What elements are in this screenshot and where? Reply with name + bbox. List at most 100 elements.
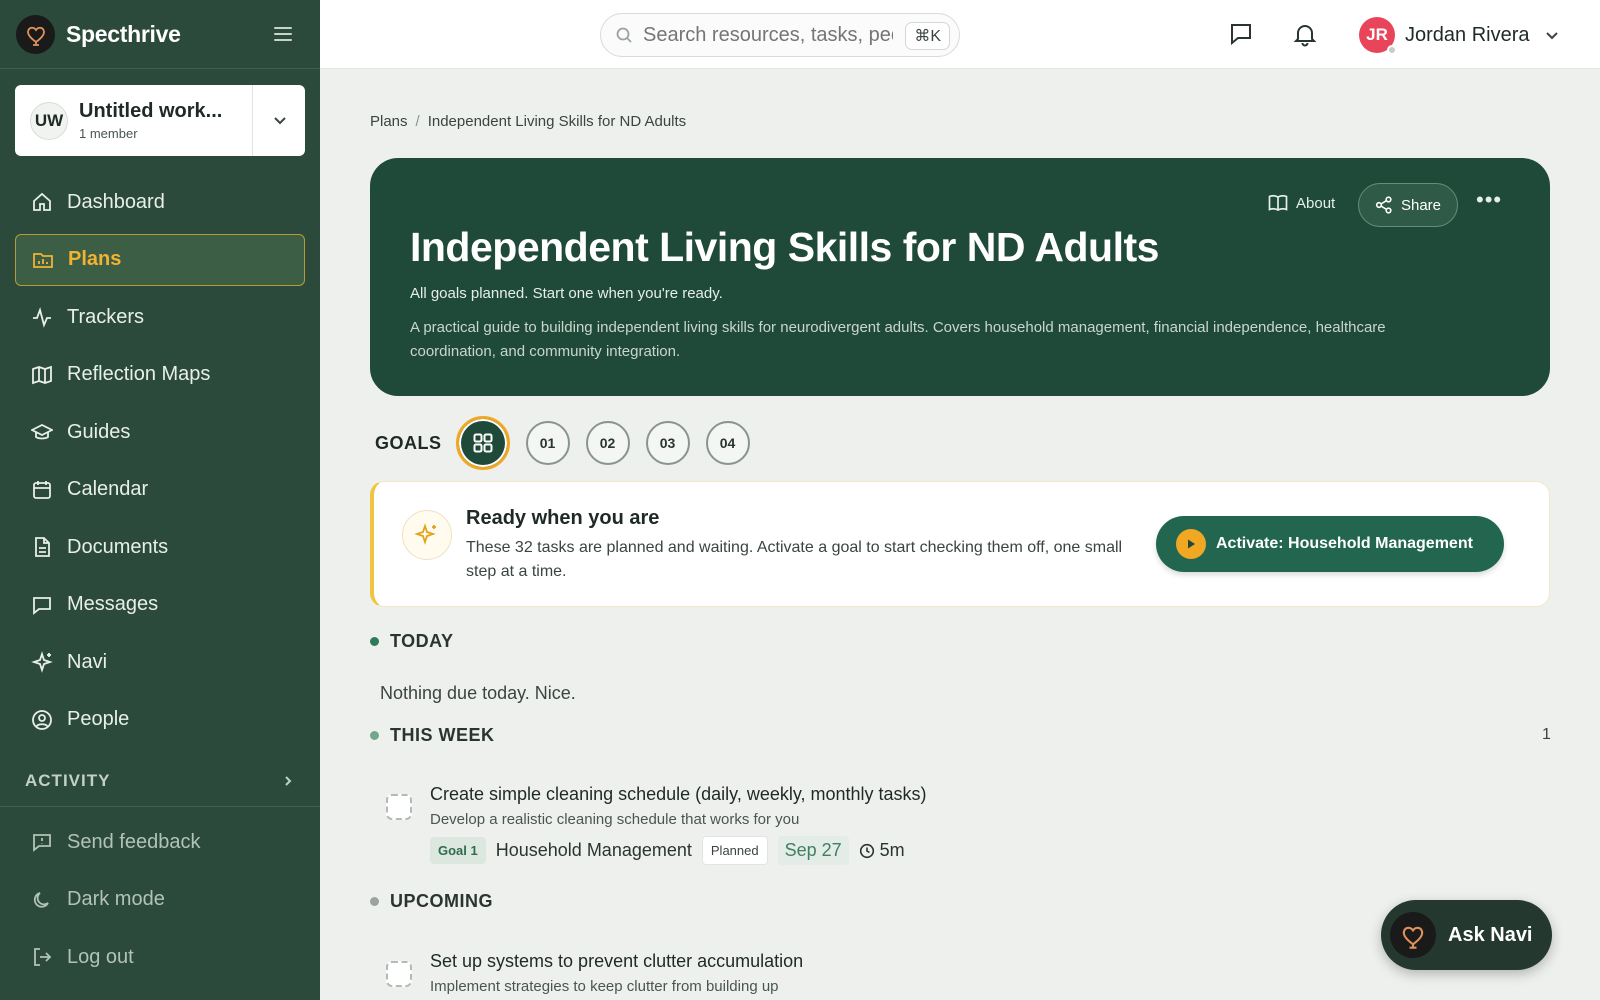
task-description: Develop a realistic cleaning schedule th… xyxy=(430,811,800,828)
sidebar-item-documents[interactable]: Documents xyxy=(15,521,305,573)
due-date-badge: Sep 27 xyxy=(777,836,849,865)
search-box[interactable]: ⌘K xyxy=(600,13,960,57)
clock-icon xyxy=(859,843,874,858)
chevron-down-icon[interactable] xyxy=(271,111,289,129)
task-goal-name: Household Management xyxy=(495,840,692,860)
goal-selector: GOALS 01 02 03 04 xyxy=(375,416,766,470)
goal-02-button[interactable]: 02 xyxy=(585,421,630,465)
chat-icon[interactable] xyxy=(1228,21,1254,47)
user-menu[interactable]: JR Jordan Rivera xyxy=(1359,17,1560,55)
workspace-switcher[interactable]: UW Untitled work... 1 member xyxy=(15,85,305,156)
sparkle-icon xyxy=(402,510,452,560)
task-checkbox[interactable] xyxy=(386,961,412,987)
goal-03-button[interactable]: 03 xyxy=(645,421,690,465)
sidebar-item-label: Log out xyxy=(67,945,134,968)
avatar-initials: JR xyxy=(1366,25,1388,44)
section-upcoming-label: UPCOMING xyxy=(390,891,493,911)
share-button[interactable]: Share xyxy=(1358,183,1458,227)
user-circle-icon xyxy=(32,709,52,730)
sidebar-item-log-out[interactable]: Log out xyxy=(15,931,305,983)
brand-logo-icon[interactable] xyxy=(16,14,55,54)
plan-description: A practical guide to building independen… xyxy=(410,319,1386,360)
sidebar-item-label: Reflection Maps xyxy=(67,363,211,385)
sparkle-icon xyxy=(31,651,53,673)
sidebar-item-dark-mode[interactable]: Dark mode xyxy=(15,874,305,926)
sidebar-item-dashboard[interactable]: Dashboard xyxy=(15,176,305,228)
activate-goal-label: Activate: Household Management xyxy=(1216,535,1473,552)
share-icon xyxy=(1375,196,1392,214)
chevron-right-icon xyxy=(285,776,292,786)
task-description: Implement strategies to keep clutter fro… xyxy=(430,978,779,995)
goal-01-button[interactable]: 01 xyxy=(525,421,570,465)
activate-goal-button[interactable]: Activate: Household Management xyxy=(1156,516,1504,572)
sidebar-item-people[interactable]: People xyxy=(15,694,305,746)
feedback-icon xyxy=(33,834,51,852)
sidebar-item-trackers[interactable]: Trackers xyxy=(15,291,305,343)
folder-chart-icon xyxy=(33,252,53,268)
sidebar-item-label: Dark mode xyxy=(67,888,165,910)
section-this-week: THIS WEEK xyxy=(370,725,495,746)
task-meta: Goal 1 Household Management Planned Sep … xyxy=(430,836,905,865)
user-name: Jordan Rivera xyxy=(1405,23,1530,46)
task-duration: 5m xyxy=(859,840,905,861)
section-today-label: TODAY xyxy=(390,631,454,651)
bottom-nav: Send feedback Dark mode Log out xyxy=(15,816,305,989)
about-label: About xyxy=(1296,194,1336,212)
section-this-week-label: THIS WEEK xyxy=(390,725,495,745)
sidebar-item-send-feedback[interactable]: Send feedback xyxy=(15,816,305,868)
message-icon xyxy=(33,596,51,615)
task-checkbox[interactable] xyxy=(386,794,412,820)
play-icon xyxy=(1176,529,1206,559)
calendar-icon xyxy=(33,480,51,499)
sidebar-item-label: Documents xyxy=(67,535,169,558)
brand-name: Specthrive xyxy=(66,20,181,47)
graduation-cap-icon xyxy=(31,423,53,440)
ask-navi-button[interactable]: Ask Navi xyxy=(1381,900,1552,970)
goal-04-button[interactable]: 04 xyxy=(705,421,750,465)
sidebar-item-label: Messages xyxy=(67,593,159,615)
document-icon xyxy=(35,537,50,557)
avatar: JR xyxy=(1359,17,1397,55)
sidebar-item-plans[interactable]: Plans xyxy=(15,233,305,286)
more-options-icon[interactable]: ••• xyxy=(1476,189,1502,211)
plan-status-text: All goals planned. Start one when you're… xyxy=(410,285,723,302)
hamburger-menu-icon[interactable] xyxy=(274,23,292,45)
map-icon xyxy=(32,365,52,384)
ready-text: These 32 tasks are planned and waiting. … xyxy=(466,539,1123,580)
sidebar: Specthrive UW Untitled work... 1 member … xyxy=(0,0,320,1000)
main-nav: Dashboard Plans Trackers Reflection Maps… xyxy=(15,176,305,751)
workspace-members: 1 member xyxy=(79,126,138,141)
bell-icon[interactable] xyxy=(1292,21,1318,47)
breadcrumb-current: Independent Living Skills for ND Adults xyxy=(427,113,687,130)
about-button[interactable]: About xyxy=(1268,194,1335,212)
activity-icon xyxy=(33,307,51,328)
sidebar-item-reflection-maps[interactable]: Reflection Maps xyxy=(15,349,305,401)
section-upcoming: UPCOMING xyxy=(370,891,493,912)
activity-section-toggle[interactable]: ACTIVITY xyxy=(25,771,295,791)
breadcrumb-plans-link[interactable]: Plans xyxy=(370,113,408,130)
sidebar-item-guides[interactable]: Guides xyxy=(15,406,305,458)
sidebar-item-messages[interactable]: Messages xyxy=(15,579,305,631)
goal-badge: Goal 1 xyxy=(430,837,486,864)
sidebar-item-label: Trackers xyxy=(67,305,145,328)
search-shortcut: ⌘K xyxy=(905,22,950,50)
workspace-name: Untitled work... xyxy=(79,100,223,122)
sidebar-item-navi[interactable]: Navi xyxy=(15,636,305,688)
search-input[interactable] xyxy=(643,23,893,47)
chevron-down-icon xyxy=(1545,32,1558,40)
ready-title: Ready when you are xyxy=(466,507,660,529)
activity-section-label: ACTIVITY xyxy=(25,771,111,790)
task-title[interactable]: Set up systems to prevent clutter accumu… xyxy=(430,951,803,972)
sidebar-item-label: Navi xyxy=(67,650,108,673)
goal-all-button[interactable] xyxy=(455,416,510,470)
sidebar-item-label: Guides xyxy=(67,420,131,443)
task-title[interactable]: Create simple cleaning schedule (daily, … xyxy=(430,784,927,805)
page-title: Independent Living Skills for ND Adults xyxy=(410,224,1159,270)
share-label: Share xyxy=(1400,196,1442,214)
home-icon xyxy=(33,192,51,211)
task-duration-value: 5m xyxy=(879,840,905,860)
ask-navi-label: Ask Navi xyxy=(1448,923,1533,946)
logout-icon xyxy=(34,948,52,966)
sidebar-item-calendar[interactable]: Calendar xyxy=(15,464,305,516)
this-week-count: 1 xyxy=(1542,726,1551,743)
